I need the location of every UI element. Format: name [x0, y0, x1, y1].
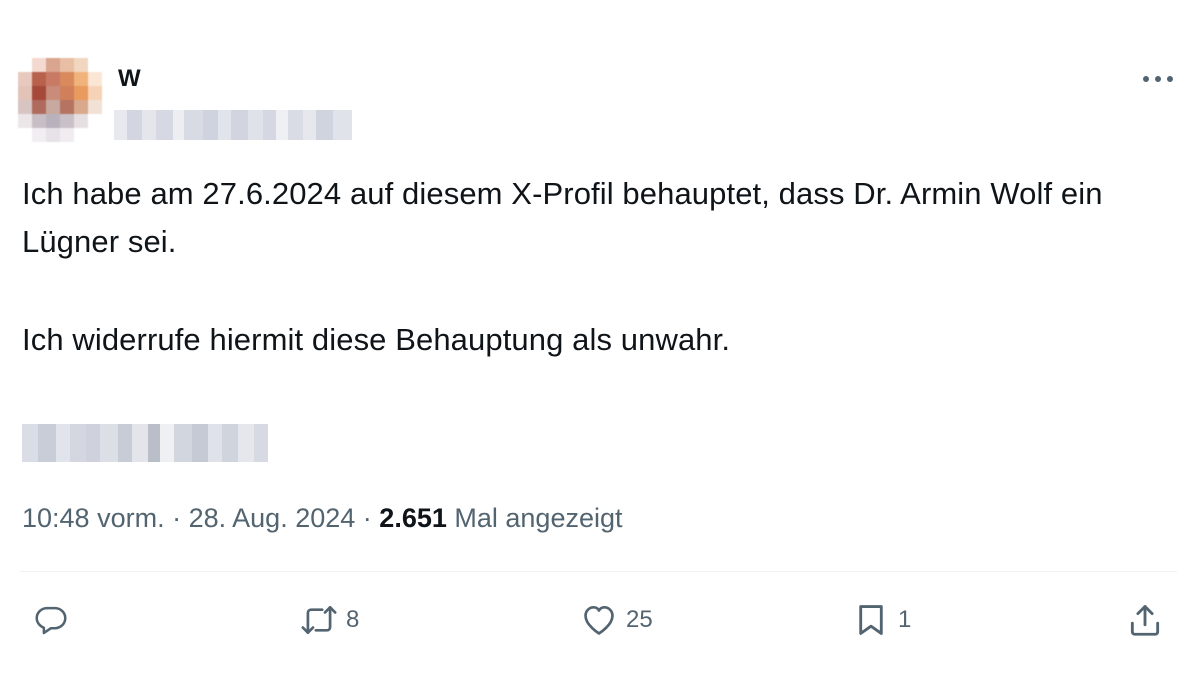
more-icon: [1143, 76, 1173, 82]
redacted-signature: [22, 424, 270, 462]
retweet-icon: [301, 605, 337, 635]
tweet-time[interactable]: 10:48 vorm.: [22, 503, 165, 533]
views-count[interactable]: 2.651: [379, 503, 447, 533]
more-options-button[interactable]: [1138, 64, 1178, 94]
share-button[interactable]: [1126, 600, 1164, 640]
views-label[interactable]: Mal angezeigt: [454, 503, 622, 533]
tweet-paragraph: Ich widerrufe hiermit diese Behauptung a…: [22, 322, 731, 357]
meta-separator: ·: [172, 503, 182, 533]
bookmark-count: 1: [898, 606, 912, 633]
tweet-card: W Ich habe am 27.6.2024 auf diesem X-Pro…: [0, 0, 1200, 675]
like-button[interactable]: 25: [580, 600, 653, 640]
bookmark-icon: [859, 605, 883, 635]
divider: [20, 571, 1177, 572]
retweet-button[interactable]: 8: [300, 600, 359, 640]
bookmark-button[interactable]: 1: [852, 600, 911, 640]
tweet-text: Ich habe am 27.6.2024 auf diesem X-Profi…: [22, 170, 1152, 364]
reply-button[interactable]: [32, 600, 70, 640]
heart-icon: [584, 605, 614, 635]
display-name[interactable]: W: [118, 64, 141, 94]
avatar[interactable]: [18, 58, 102, 142]
redacted-handle: [114, 110, 352, 140]
tweet-meta: 10:48 vorm. · 28. Aug. 2024 · 2.651 Mal …: [22, 500, 623, 536]
tweet-paragraph: Ich habe am 27.6.2024 auf diesem X-Profi…: [22, 176, 1103, 259]
share-icon: [1130, 605, 1160, 636]
like-count: 25: [626, 606, 653, 633]
tweet-date[interactable]: 28. Aug. 2024: [189, 503, 356, 533]
reply-icon: [35, 606, 67, 635]
retweet-count: 8: [346, 606, 360, 633]
meta-separator: ·: [362, 503, 372, 533]
